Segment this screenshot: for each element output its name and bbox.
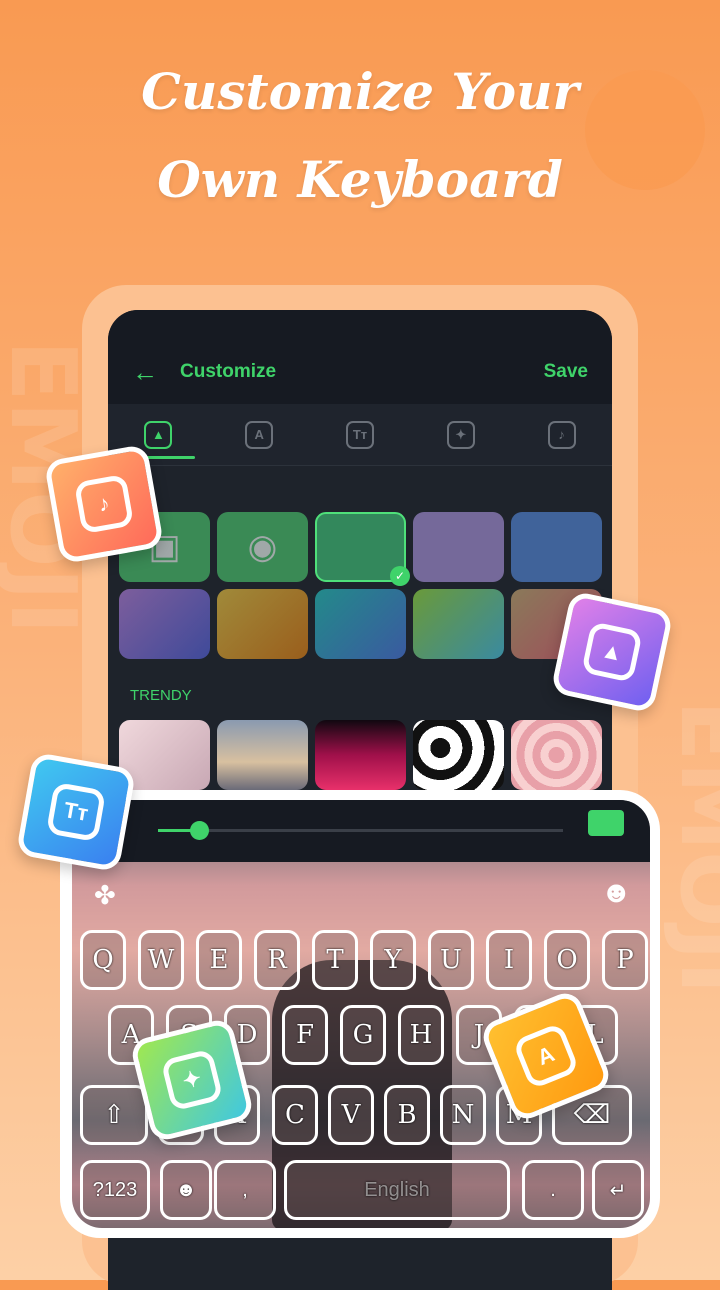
music-icon: ♪ (73, 473, 135, 535)
tab-text-size[interactable]: Tт (310, 404, 411, 465)
image-icon: ▲ (581, 621, 643, 683)
background-option[interactable]: ◉ (217, 512, 308, 582)
font-a-icon: A (512, 1022, 580, 1090)
key-C[interactable]: C (272, 1085, 318, 1145)
key-I[interactable]: I (486, 930, 532, 990)
headline-line2: Own Keyboard (157, 150, 563, 209)
headline-line1: Customize Your (141, 62, 579, 121)
text-size-icon: Tт (45, 781, 107, 843)
background-option[interactable] (119, 589, 210, 659)
watermark: EMOJI (660, 700, 720, 995)
tab-music-sound[interactable]: ♪ (511, 404, 612, 465)
sparkle-icon: ✦ (160, 1048, 224, 1112)
check-icon: ✓ (390, 566, 410, 586)
emoji-icon[interactable]: ☻ (600, 876, 632, 910)
floating-text-size-badge: Tт (15, 751, 137, 873)
key-O[interactable]: O (544, 930, 590, 990)
key-E[interactable]: E (196, 930, 242, 990)
background-option[interactable] (413, 512, 504, 582)
music-sound-icon: ♪ (547, 420, 576, 449)
key-.[interactable]: . (522, 1160, 584, 1220)
background-option[interactable] (217, 589, 308, 659)
key-R[interactable]: R (254, 930, 300, 990)
key-H[interactable]: H (398, 1005, 444, 1065)
image-icon: ▲ (144, 420, 173, 449)
trendy-background[interactable] (511, 720, 602, 790)
key-?123[interactable]: ?123 (80, 1160, 150, 1220)
keyboard-toolbar (72, 800, 650, 862)
text-size-icon: Tт (345, 420, 374, 449)
keyboard-icon[interactable] (588, 810, 624, 836)
key-↵[interactable]: ↵ (592, 1160, 644, 1220)
key-☻[interactable]: ☻ (160, 1160, 212, 1220)
camera-icon: ◉ (247, 528, 278, 566)
key-F[interactable]: F (282, 1005, 328, 1065)
key-N[interactable]: N (440, 1085, 486, 1145)
menu-clover-icon[interactable]: ✤ (94, 880, 116, 911)
floating-music-badge: ♪ (43, 443, 165, 565)
trendy-background[interactable] (217, 720, 308, 790)
key-⇧[interactable]: ⇧ (80, 1085, 148, 1145)
font-a-icon: A (245, 420, 274, 449)
sparkle-effect-icon: ✦ (446, 420, 475, 449)
transparency-slider[interactable] (158, 821, 563, 840)
key-P[interactable]: P (602, 930, 648, 990)
tab-font-a[interactable]: A (209, 404, 310, 465)
key-Q[interactable]: Q (80, 930, 126, 990)
key-T[interactable]: T (312, 930, 358, 990)
tab-sparkle-effect[interactable]: ✦ (410, 404, 511, 465)
floating-image-badge: ▲ (550, 590, 674, 714)
trendy-grid (119, 720, 602, 790)
key-,[interactable]: , (214, 1160, 276, 1220)
page-title: Customize (180, 361, 277, 382)
key-U[interactable]: U (428, 930, 474, 990)
arrow-left-icon[interactable]: ← (132, 357, 158, 388)
key-V[interactable]: V (328, 1085, 374, 1145)
background-option[interactable]: ✓ (315, 512, 410, 586)
key-G[interactable]: G (340, 1005, 386, 1065)
key-B[interactable]: B (384, 1085, 430, 1145)
trendy-background[interactable] (315, 720, 406, 790)
trendy-background[interactable] (413, 720, 504, 790)
background-option[interactable] (511, 512, 602, 582)
space-key[interactable]: English (284, 1160, 510, 1220)
app-header: ← Customize Save (108, 310, 612, 404)
key-W[interactable]: W (138, 930, 184, 990)
tab-bar: ▲ A Tт ✦ ♪ (108, 404, 612, 466)
key-Y[interactable]: Y (370, 930, 416, 990)
slider-handle[interactable] (189, 821, 209, 840)
background-option[interactable] (413, 589, 504, 659)
background-grid: ▣ ◉ ✓ (119, 512, 602, 659)
background-option[interactable] (315, 589, 406, 659)
section-trendy: TRENDY (130, 687, 192, 704)
save-button[interactable]: Save (544, 361, 588, 383)
